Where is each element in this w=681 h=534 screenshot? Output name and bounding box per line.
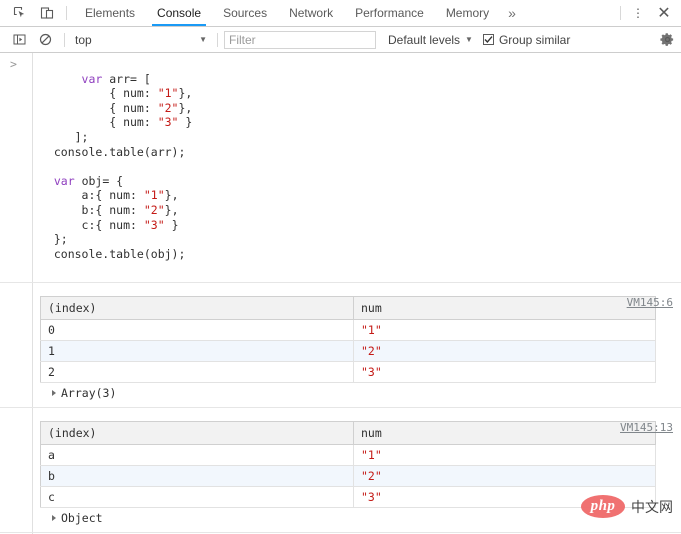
toolbar-divider (64, 33, 65, 47)
table-row: 1 "2" (41, 340, 656, 361)
console-code-echo: >var arr= [ { num: "1"}, { num: "2"}, { … (32, 53, 681, 282)
tab-label: Elements (85, 6, 135, 20)
more-tabs-icon[interactable]: » (500, 0, 524, 26)
expander-label: Array(3) (61, 386, 116, 400)
table-row: b "2" (41, 465, 656, 486)
column-header-index: (index) (41, 296, 354, 319)
more-options-icon[interactable]: ⋮ (625, 0, 651, 26)
prompt-arrow-icon: > (10, 57, 17, 72)
tab-performance[interactable]: Performance (344, 0, 435, 26)
tab-console[interactable]: Console (146, 0, 212, 26)
php-logo-icon: php (581, 495, 625, 518)
table-row: a "1" (41, 444, 656, 465)
console-table-message-1: VM145:6 (index) num 0 "1" 1 "2 (0, 296, 681, 408)
cell-index: 1 (41, 340, 354, 361)
console-sidebar-icon[interactable] (6, 33, 32, 46)
console-body: >var arr= [ { num: "1"}, { num: "2"}, { … (0, 53, 681, 534)
chevron-down-icon: ▼ (199, 35, 211, 44)
cell-num: "1" (354, 444, 656, 465)
execution-context-select[interactable]: top ▼ (71, 33, 211, 47)
source-link[interactable]: VM145:6 (627, 296, 673, 309)
toolbar-divider (620, 6, 621, 20)
inspect-cursor-icon[interactable] (6, 0, 33, 26)
console-table-message-2: VM145:13 (index) num a "1" b " (0, 421, 681, 533)
chevron-down-icon: ▼ (465, 35, 473, 44)
table-row: c "3" (41, 486, 656, 507)
log-levels-label: Default levels (388, 33, 460, 47)
source-link[interactable]: VM145:13 (620, 421, 673, 434)
tab-network[interactable]: Network (278, 0, 344, 26)
table-row: 2 "3" (41, 361, 656, 382)
cell-index: 2 (41, 361, 354, 382)
group-similar-toggle[interactable]: Group similar (483, 33, 570, 47)
cell-num: "1" (354, 319, 656, 340)
close-icon[interactable]: ✕ (651, 0, 677, 26)
console-table-2: (index) num a "1" b "2" c "3" (40, 421, 656, 508)
table-group-1: VM145:6 (index) num 0 "1" 1 "2 (32, 296, 681, 407)
tabbar-actions: ⋮ ✕ (616, 0, 681, 26)
column-header-index: (index) (41, 421, 354, 444)
table-header-row: (index) num (41, 421, 656, 444)
log-levels-select[interactable]: Default levels ▼ (388, 33, 473, 47)
gear-icon[interactable] (653, 32, 681, 47)
devtools-tabbar: Elements Console Sources Network Perform… (0, 0, 681, 27)
tab-label: Sources (223, 6, 267, 20)
cell-index: 0 (41, 319, 354, 340)
toolbar-divider (66, 6, 67, 20)
tab-label: Console (157, 6, 201, 20)
checkbox-checked-icon[interactable] (483, 34, 494, 45)
filter-input[interactable] (224, 31, 376, 49)
tab-label: Memory (446, 6, 489, 20)
toolbar-divider (217, 33, 218, 47)
execution-context-value: top (75, 33, 199, 47)
cell-index: b (41, 465, 354, 486)
panel-tabs: Elements Console Sources Network Perform… (74, 0, 616, 26)
device-toolbar-icon[interactable] (33, 0, 60, 26)
console-table-1: (index) num 0 "1" 1 "2" 2 "3" (40, 296, 656, 383)
expander-label: Object (61, 511, 103, 525)
watermark-text: 中文网 (631, 497, 673, 517)
console-toolbar: top ▼ Default levels ▼ Group similar (0, 27, 681, 53)
column-header-num: num (354, 296, 656, 319)
cell-index: c (41, 486, 354, 507)
triangle-right-icon[interactable] (52, 390, 56, 396)
tab-sources[interactable]: Sources (212, 0, 278, 26)
cell-index: a (41, 444, 354, 465)
console-input-message: >var arr= [ { num: "1"}, { num: "2"}, { … (0, 53, 681, 283)
expand-array-row[interactable]: Array(3) (40, 383, 681, 405)
column-header-num: num (354, 421, 656, 444)
clear-console-icon[interactable] (32, 33, 58, 46)
php-cn-watermark: php 中文网 (581, 495, 673, 518)
cell-num: "2" (354, 465, 656, 486)
tab-label: Network (289, 6, 333, 20)
cell-num: "3" (354, 361, 656, 382)
tab-elements[interactable]: Elements (74, 0, 146, 26)
tab-label: Performance (355, 6, 424, 20)
group-similar-label: Group similar (499, 33, 570, 47)
cell-num: "2" (354, 340, 656, 361)
table-row: 0 "1" (41, 319, 656, 340)
tab-memory[interactable]: Memory (435, 0, 500, 26)
triangle-right-icon[interactable] (52, 515, 56, 521)
table-header-row: (index) num (41, 296, 656, 319)
